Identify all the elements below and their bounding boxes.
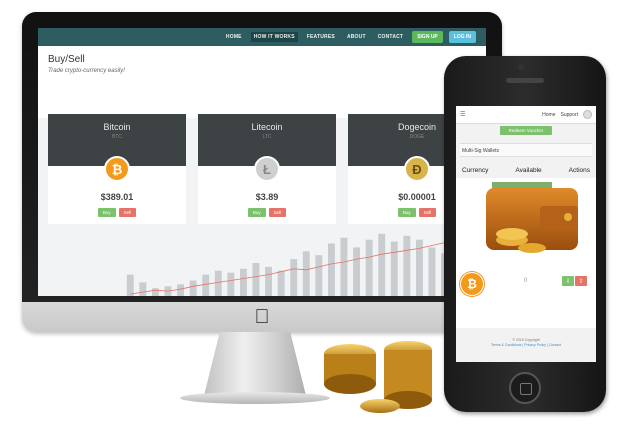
receive-button[interactable]: ⇩ bbox=[562, 276, 574, 286]
chart-bar bbox=[177, 284, 184, 296]
card-litecoin: Litecoin LTC Ł $3.89 Buy Sell bbox=[198, 114, 336, 224]
imac-stand bbox=[204, 332, 306, 394]
chart-bar bbox=[378, 233, 386, 296]
chart-bar bbox=[340, 237, 348, 296]
chart-bar bbox=[302, 251, 310, 296]
chart-bar bbox=[252, 263, 260, 296]
send-button[interactable]: ⇧ bbox=[575, 276, 587, 286]
imac-stand-base bbox=[180, 392, 330, 404]
card-ticker: LTC bbox=[262, 134, 272, 140]
desktop-screen: HOME HOW IT WORKS FEATURES ABOUT CONTACT… bbox=[38, 28, 486, 296]
available-balance: 0 bbox=[524, 278, 528, 284]
card-ticker: BTC bbox=[112, 134, 122, 140]
chart-bar bbox=[189, 280, 197, 296]
section-title: Multi-Sig Wallets bbox=[460, 143, 592, 157]
chart-bar bbox=[227, 272, 235, 296]
iphone-device: ☰ Home Support Redeem Voucher Multi-Sig … bbox=[444, 56, 606, 412]
card-actions: Buy Sell bbox=[198, 208, 336, 217]
sell-litecoin-button[interactable]: Sell bbox=[268, 208, 287, 217]
card-name: Litecoin bbox=[251, 122, 283, 132]
dogecoin-icon: Ð bbox=[404, 156, 430, 182]
apple-logo-icon:  bbox=[251, 306, 273, 328]
buy-dogecoin-button[interactable]: Buy bbox=[397, 208, 416, 217]
chart-bar bbox=[403, 235, 411, 296]
nav-how-it-works[interactable]: HOW IT WORKS bbox=[250, 32, 298, 42]
phone-speaker bbox=[506, 78, 544, 83]
chart-bar bbox=[240, 268, 247, 296]
chart-bar bbox=[277, 270, 285, 296]
bitcoin-icon: ₿ bbox=[460, 272, 484, 296]
mobile-nav-home[interactable]: Home bbox=[542, 112, 555, 118]
chart-bar bbox=[265, 266, 272, 296]
chart-bar bbox=[315, 255, 323, 296]
chart-bar bbox=[365, 239, 373, 296]
chart-bar bbox=[328, 243, 335, 296]
nav-contact[interactable]: CONTACT bbox=[375, 32, 406, 42]
front-camera bbox=[518, 64, 524, 70]
chart-bar bbox=[390, 241, 398, 296]
column-actions: Actions bbox=[568, 167, 590, 174]
nav-about[interactable]: ABOUT bbox=[344, 32, 369, 42]
imac-device: HOME HOW IT WORKS FEATURES ABOUT CONTACT… bbox=[22, 12, 502, 332]
chart-bar bbox=[428, 247, 436, 296]
card-name: Bitcoin bbox=[103, 122, 131, 132]
chart-bar bbox=[152, 288, 159, 296]
footer-links[interactable]: Terms & Conditions | Privacy Policy | Co… bbox=[491, 343, 561, 347]
page-subtitle: Trade crypto-currency easily! bbox=[48, 68, 125, 74]
sell-dogecoin-button[interactable]: Sell bbox=[418, 208, 437, 217]
nav-features[interactable]: FEATURES bbox=[304, 32, 338, 42]
signup-button[interactable]: SIGN UP bbox=[412, 31, 443, 43]
card-price: $3.89 bbox=[255, 192, 279, 202]
mobile-nav-support[interactable]: Support bbox=[560, 112, 578, 118]
sell-bitcoin-button[interactable]: Sell bbox=[118, 208, 137, 217]
chart-bar bbox=[353, 247, 360, 296]
avatar[interactable] bbox=[583, 110, 592, 119]
redeem-voucher-button[interactable]: Redeem Voucher bbox=[500, 126, 552, 135]
chart-bar bbox=[214, 270, 222, 296]
bitcoin-icon: ₿ bbox=[104, 156, 130, 182]
chart-bar bbox=[126, 274, 134, 296]
column-available: Available bbox=[515, 167, 542, 174]
chart-bar bbox=[290, 259, 298, 296]
wallet-icon bbox=[486, 182, 578, 253]
mobile-screen: ☰ Home Support Redeem Voucher Multi-Sig … bbox=[456, 106, 596, 362]
login-button[interactable]: LOG IN bbox=[448, 31, 476, 43]
gold-coins-image bbox=[324, 341, 432, 413]
page-header: Buy/Sell Trade crypto-currency easily! bbox=[38, 46, 486, 118]
page-title: Buy/Sell bbox=[48, 54, 85, 65]
litecoin-icon: Ł bbox=[254, 156, 280, 182]
top-navbar: HOME HOW IT WORKS FEATURES ABOUT CONTACT… bbox=[38, 28, 486, 46]
hamburger-menu-icon[interactable]: ☰ bbox=[460, 111, 465, 118]
home-button[interactable] bbox=[509, 372, 541, 404]
mobile-nav-links: Home Support bbox=[542, 110, 592, 119]
wallet-table-body: ₿ 0 ⇩ ⇧ bbox=[456, 178, 596, 328]
price-chart bbox=[126, 233, 474, 296]
buy-litecoin-button[interactable]: Buy bbox=[247, 208, 266, 217]
chart-bar bbox=[202, 274, 210, 296]
buy-bitcoin-button[interactable]: Buy bbox=[97, 208, 116, 217]
chart-bar bbox=[139, 282, 147, 296]
card-actions: Buy Sell bbox=[48, 208, 186, 217]
card-bitcoin: Bitcoin BTC ₿ $389.01 Buy Sell bbox=[48, 114, 186, 224]
mobile-navbar: ☰ Home Support bbox=[456, 106, 596, 124]
column-currency: Currency bbox=[462, 167, 489, 174]
card-price: $389.01 bbox=[100, 192, 134, 202]
nav-home[interactable]: HOME bbox=[223, 32, 245, 42]
mobile-footer: © 2015 Copyright Terms & Conditions | Pr… bbox=[456, 338, 596, 348]
wallet-actions: ⇩ ⇧ bbox=[562, 276, 587, 286]
wallet-table-header: Currency Available Actions bbox=[456, 167, 596, 174]
currency-cards: Bitcoin BTC ₿ $389.01 Buy Sell Litecoin … bbox=[48, 114, 486, 234]
